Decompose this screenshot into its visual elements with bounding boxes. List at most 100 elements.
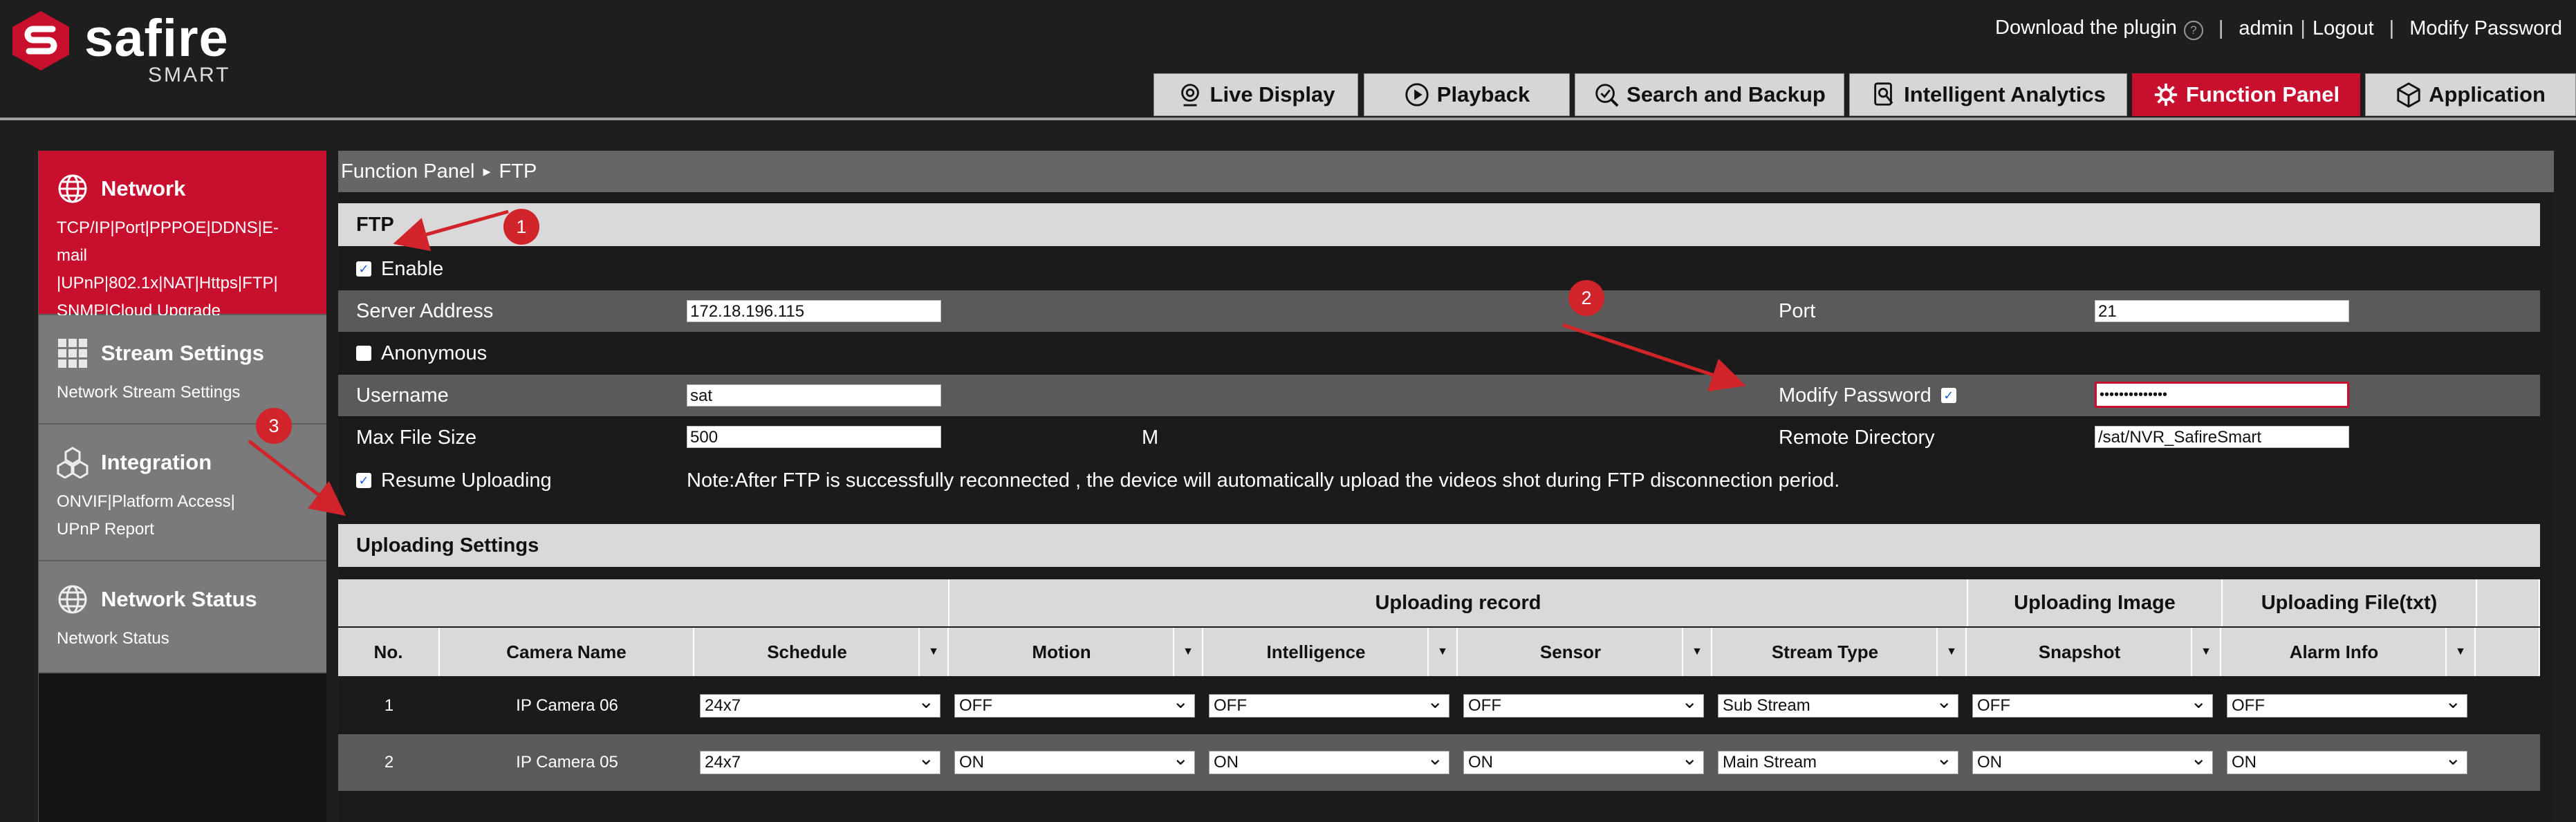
- checkbox-unchecked-icon: [356, 346, 371, 361]
- motion-select[interactable]: OFF: [954, 691, 1195, 718]
- column-header-alarm-info[interactable]: Alarm Info ▼: [2221, 628, 2476, 676]
- username-label: Username: [356, 384, 449, 407]
- port-input[interactable]: 21: [2095, 300, 2349, 322]
- reconnect-note: Note:After FTP is successfully reconnect…: [687, 469, 1840, 492]
- play-icon: [1405, 83, 1429, 106]
- tab-playback[interactable]: Playback: [1364, 73, 1570, 116]
- password-input[interactable]: ••••••••••••••: [2095, 382, 2349, 408]
- alarm-info-select[interactable]: ON: [2227, 747, 2467, 774]
- tab-search-and-backup[interactable]: Search and Backup: [1575, 73, 1844, 116]
- ftp-section-header: FTP: [338, 203, 2540, 246]
- alarm-info-select[interactable]: OFF: [2227, 691, 2467, 718]
- remote-directory-input[interactable]: /sat/NVR_SafireSmart: [2095, 426, 2349, 448]
- caret-down-icon[interactable]: ▼: [1936, 628, 1965, 676]
- enable-label: Enable: [381, 257, 444, 280]
- enable-row: ✓ Enable: [338, 247, 2540, 290]
- globe-icon: [58, 174, 87, 203]
- globe-icon: [58, 585, 87, 614]
- sidebar-item-desc: UPnP Report: [57, 520, 154, 539]
- brand-logo: safire SMART: [10, 7, 245, 86]
- sidebar-item-title: Stream Settings: [101, 341, 265, 365]
- download-plugin-link[interactable]: Download the plugin?: [1995, 17, 2203, 40]
- sidebar-item-integration[interactable]: Integration ONVIF|Platform Access| UPnP …: [39, 424, 326, 561]
- checkbox-checked-icon: ✓: [356, 473, 371, 488]
- caret-down-icon[interactable]: ▼: [1427, 628, 1456, 676]
- annotation-badge-3: 3: [256, 408, 292, 444]
- sidebar-item-network-status[interactable]: Network Status Network Status: [39, 561, 326, 673]
- enable-checkbox[interactable]: ✓ Enable: [356, 258, 443, 281]
- search-backup-icon: [1595, 84, 1619, 107]
- snapshot-select[interactable]: ON: [1972, 747, 2213, 774]
- group-header-uploading-file: Uploading File(txt): [2223, 579, 2477, 626]
- tab-live-display[interactable]: Live Display: [1153, 73, 1358, 116]
- remote-directory-label: Remote Directory: [1779, 426, 1935, 449]
- section-title: Uploading Settings: [356, 534, 539, 557]
- schedule-select[interactable]: 24x7: [700, 691, 940, 718]
- user-name: admin: [2239, 17, 2294, 39]
- column-label: Alarm Info: [2289, 641, 2379, 662]
- resume-uploading-label: Resume Uploading: [381, 469, 552, 492]
- caret-down-icon[interactable]: ▼: [1682, 628, 1711, 676]
- breadcrumb-root[interactable]: Function Panel: [341, 160, 474, 183]
- sensor-select[interactable]: OFF: [1463, 691, 1704, 718]
- annotation-badge-2: 2: [1568, 280, 1604, 316]
- uploading-settings-header: Uploading Settings: [338, 524, 2540, 567]
- intelligence-select[interactable]: ON: [1209, 747, 1449, 774]
- max-file-size-input[interactable]: 500: [687, 426, 941, 448]
- modify-password-link[interactable]: Modify Password: [2409, 17, 2562, 40]
- brand-name: safire: [84, 9, 229, 68]
- column-header-stream-type[interactable]: Stream Type ▼: [1712, 628, 1967, 676]
- caret-down-icon[interactable]: ▼: [2445, 628, 2474, 676]
- caret-down-icon[interactable]: ▼: [1173, 628, 1202, 676]
- sidebar: Network TCP/IP|Port|PPPOE|DDNS|E-mail |U…: [38, 151, 326, 822]
- table-group-header-blank: [338, 579, 949, 626]
- username-input[interactable]: sat: [687, 384, 941, 407]
- tab-label: Live Display: [1210, 82, 1335, 106]
- column-header-schedule[interactable]: Schedule ▼: [694, 628, 949, 676]
- resume-uploading-checkbox[interactable]: ✓ Resume Uploading: [356, 469, 552, 492]
- column-label: Motion: [1032, 641, 1091, 662]
- sensor-select[interactable]: ON: [1463, 747, 1704, 774]
- column-header-intelligence[interactable]: Intelligence ▼: [1203, 628, 1458, 676]
- cell-no: 2: [384, 753, 394, 772]
- checkbox-checked-icon: ✓: [356, 261, 371, 277]
- stream-type-select[interactable]: Main Stream: [1718, 747, 1958, 774]
- uploading-table: Uploading record Uploading Image Uploadi…: [338, 579, 2540, 822]
- header-divider: [0, 118, 2576, 120]
- sidebar-item-desc: ONVIF|Platform Access|: [57, 492, 235, 511]
- help-icon[interactable]: ?: [2183, 21, 2203, 40]
- column-label: Schedule: [767, 641, 847, 662]
- breadcrumb-separator: ▸: [483, 162, 491, 180]
- logout-link[interactable]: Logout: [2313, 17, 2374, 40]
- schedule-select[interactable]: 24x7: [700, 747, 940, 774]
- server-address-input[interactable]: 172.18.196.115: [687, 300, 941, 322]
- column-header-camera-name: Camera Name: [440, 628, 694, 676]
- snapshot-select[interactable]: OFF: [1972, 691, 2213, 718]
- modify-password-label: Modify Password: [1779, 384, 1931, 407]
- max-file-size-unit: M: [1142, 426, 1159, 449]
- modify-password-checkbox[interactable]: Modify Password ✓: [1779, 384, 1956, 407]
- tab-intelligent-analytics[interactable]: Intelligent Analytics: [1849, 73, 2127, 116]
- tab-function-panel[interactable]: Function Panel: [2132, 73, 2360, 116]
- caret-down-icon[interactable]: ▼: [2191, 628, 2220, 676]
- anonymous-checkbox[interactable]: Anonymous: [356, 342, 487, 365]
- column-header-snapshot[interactable]: Snapshot ▼: [1967, 628, 2221, 676]
- tab-application[interactable]: Application: [2365, 73, 2576, 116]
- column-header-motion[interactable]: Motion ▼: [949, 628, 1203, 676]
- motion-select[interactable]: ON: [954, 747, 1195, 774]
- column-label: Sensor: [1539, 641, 1602, 662]
- sidebar-item-title: Integration: [101, 450, 212, 474]
- breadcrumb: Function Panel ▸ FTP: [338, 151, 2554, 192]
- column-label: Intelligence: [1266, 641, 1366, 662]
- column-header-sensor[interactable]: Sensor ▼: [1458, 628, 1712, 676]
- sidebar-item-network[interactable]: Network TCP/IP|Port|PPPOE|DDNS|E-mail |U…: [39, 151, 326, 320]
- tab-label: Function Panel: [2185, 82, 2340, 106]
- annotation-badge-1: 1: [503, 209, 539, 245]
- intelligence-select[interactable]: OFF: [1209, 691, 1449, 718]
- sidebar-item-stream-settings[interactable]: Stream Settings Network Stream Settings: [39, 315, 326, 424]
- safire-logo-icon: [12, 11, 69, 71]
- sidebar-item-title: Network: [101, 176, 186, 200]
- stream-type-select[interactable]: Sub Stream: [1718, 691, 1958, 718]
- column-label: Stream Type: [1771, 641, 1879, 662]
- caret-down-icon[interactable]: ▼: [918, 628, 947, 676]
